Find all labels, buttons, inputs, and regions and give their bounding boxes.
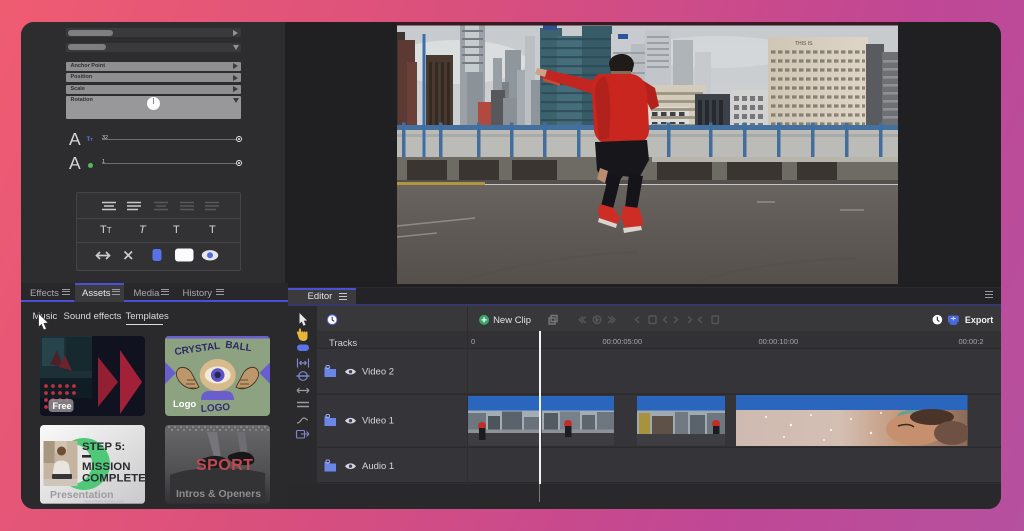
svg-text:LOGO: LOGO xyxy=(200,402,230,415)
svg-text:STEP 5:: STEP 5: xyxy=(82,441,125,453)
svg-text:New Clip: New Clip xyxy=(493,315,531,326)
svg-text:www.freetemplate.com: www.freetemplate.com xyxy=(84,499,125,504)
svg-text:Audio 1: Audio 1 xyxy=(362,461,394,472)
svg-text:Video 1: Video 1 xyxy=(362,416,394,427)
svg-text:MISSION: MISSION xyxy=(82,461,131,473)
svg-text:Free: Free xyxy=(53,401,72,411)
svg-text:SPORT: SPORT xyxy=(196,457,254,474)
svg-text:Logo: Logo xyxy=(173,399,196,410)
svg-text:THIS IS: THIS IS xyxy=(795,41,813,47)
svg-text:COMPLETE: COMPLETE xyxy=(82,473,145,485)
svg-text:Intros & Openers: Intros & Openers xyxy=(176,489,261,500)
svg-text:Video 2: Video 2 xyxy=(362,367,394,378)
svg-text:Export: Export xyxy=(965,315,993,325)
